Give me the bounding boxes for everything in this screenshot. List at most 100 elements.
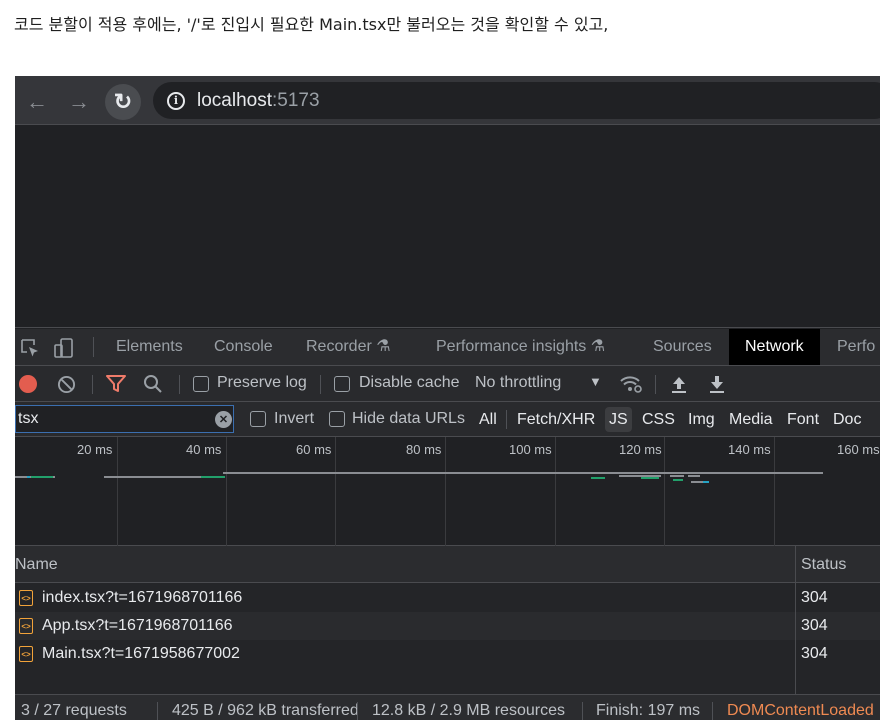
finish-time: Finish: 197 ms	[596, 702, 701, 719]
tab-performance[interactable]: Perfo	[837, 329, 875, 365]
type-filter-img[interactable]: Img	[688, 407, 715, 432]
devtools-tabbar: Elements Console Recorder ⚗ Performance …	[15, 329, 880, 366]
table-row[interactable]: <> index.tsx?t=1671968701166 304	[15, 584, 880, 612]
resources-size: 12.8 kB / 2.9 MB resources	[372, 702, 565, 719]
table-row[interactable]: <> App.tsx?t=1671968701166 304	[15, 612, 880, 640]
record-icon[interactable]	[19, 375, 37, 393]
script-file-icon: <>	[19, 646, 33, 662]
type-filter-font[interactable]: Font	[787, 407, 819, 432]
type-filter-fetch-xhr[interactable]: Fetch/XHR	[517, 407, 595, 432]
invert-checkbox[interactable]	[250, 411, 266, 427]
filter-icon[interactable]	[105, 374, 127, 394]
preserve-log-checkbox[interactable]	[193, 376, 209, 392]
request-status: 304	[801, 645, 828, 662]
back-arrow-icon[interactable]: ←	[19, 84, 55, 120]
timeline-bar	[27, 476, 30, 478]
article-caption: 코드 분할이 적용 후에는, '/'로 진입시 필요한 Main.tsx만 불러…	[14, 15, 609, 34]
disable-cache-label: Disable cache	[359, 374, 460, 391]
search-icon[interactable]	[143, 374, 163, 394]
flask-icon: ⚗	[376, 338, 391, 355]
download-icon[interactable]	[709, 374, 725, 394]
toolbar-separator	[179, 375, 180, 394]
upload-icon[interactable]	[671, 374, 687, 394]
column-divider[interactable]	[795, 546, 796, 694]
type-filter-all[interactable]: All	[479, 407, 497, 432]
request-count: 3 / 27 requests	[21, 702, 127, 719]
timeline-bar	[619, 475, 661, 477]
forward-arrow-icon[interactable]: →	[61, 84, 97, 120]
type-filter-css[interactable]: CSS	[642, 407, 675, 432]
column-header-status[interactable]: Status	[801, 546, 846, 583]
address-bar[interactable]: i localhost:5173	[153, 82, 880, 119]
timeline-bar	[673, 479, 683, 481]
clear-icon[interactable]	[57, 375, 76, 394]
type-filter-js[interactable]: JS	[605, 407, 632, 432]
status-separator	[357, 702, 358, 720]
tab-recorder[interactable]: Recorder ⚗	[306, 329, 391, 365]
browser-toolbar: ← → ↻ i localhost:5173	[15, 76, 880, 125]
devtools-panel: Elements Console Recorder ⚗ Performance …	[15, 329, 880, 720]
flask-icon: ⚗	[590, 338, 606, 355]
tab-separator	[93, 337, 94, 357]
invert-label: Invert	[274, 410, 315, 427]
hide-data-urls-label: Hide data URLs	[352, 410, 465, 427]
status-separator	[712, 702, 713, 720]
request-name: App.tsx?t=1671968701166	[42, 617, 233, 634]
script-file-icon: <>	[19, 590, 33, 606]
table-header: Name Status	[15, 546, 880, 583]
domcontentloaded-time: DOMContentLoaded	[727, 702, 874, 719]
preserve-log-label: Preserve log	[217, 374, 307, 391]
timeline-bar	[641, 477, 659, 479]
timeline-bar	[223, 472, 823, 474]
tab-recorder-label: Recorder	[306, 338, 372, 355]
tab-console[interactable]: Console	[214, 329, 273, 365]
network-toolbar: Preserve log Disable cache No throttling…	[15, 366, 880, 402]
chevron-down-icon[interactable]: ▼	[589, 374, 602, 389]
column-header-name[interactable]: Name	[15, 546, 58, 583]
timeline-bar	[670, 475, 684, 477]
request-status: 304	[801, 617, 828, 634]
status-separator	[157, 702, 158, 720]
tab-sources[interactable]: Sources	[653, 329, 712, 365]
tab-elements[interactable]: Elements	[116, 329, 183, 365]
request-name: index.tsx?t=1671968701166	[42, 589, 243, 606]
tab-performance-insights[interactable]: Performance insights ⚗	[436, 329, 605, 365]
timeline-bar	[201, 476, 225, 478]
filter-separator	[506, 410, 507, 429]
info-icon[interactable]: i	[167, 91, 185, 110]
request-name: Main.tsx?t=1671958677002	[42, 645, 240, 662]
filter-input[interactable]: tsx	[15, 405, 234, 433]
type-filter-media[interactable]: Media	[729, 407, 773, 432]
device-toolbar-icon[interactable]	[53, 337, 75, 359]
toolbar-separator	[92, 375, 93, 394]
page-viewport	[15, 126, 880, 328]
network-request-table: Name Status <> index.tsx?t=1671968701166…	[15, 546, 880, 720]
network-statusbar: 3 / 27 requests 425 B / 962 kB transferr…	[15, 694, 880, 720]
tab-performance-insights-label: Performance insights	[436, 338, 587, 355]
table-row[interactable]: <> Main.tsx?t=1671958677002 304	[15, 640, 880, 668]
disable-cache-checkbox[interactable]	[334, 376, 350, 392]
timeline-bar	[591, 477, 605, 479]
browser-screenshot: ← → ↻ i localhost:5173 Elements Console …	[15, 76, 880, 720]
inspect-element-icon[interactable]	[19, 337, 41, 359]
network-conditions-icon[interactable]	[619, 374, 643, 394]
clear-filter-icon[interactable]: ✕	[215, 411, 232, 428]
network-filterbar: tsx ✕ Invert Hide data URLs All Fetch/XH…	[15, 402, 880, 437]
reload-icon[interactable]: ↻	[105, 84, 141, 120]
hide-data-urls-checkbox[interactable]	[329, 411, 345, 427]
toolbar-separator	[320, 375, 321, 394]
tab-network[interactable]: Network	[729, 329, 820, 365]
script-file-icon: <>	[19, 618, 33, 634]
network-overview-timeline[interactable]: 20 ms 40 ms 60 ms 80 ms 100 ms 120 ms 14…	[15, 437, 880, 546]
url-text: localhost:5173	[197, 90, 320, 112]
status-separator	[582, 702, 583, 720]
timeline-bars	[15, 472, 823, 483]
timeline-bar	[703, 481, 709, 483]
timeline-bar	[31, 476, 53, 478]
transferred-size: 425 B / 962 kB transferred	[172, 702, 359, 719]
toolbar-separator	[655, 375, 656, 394]
type-filter-doc[interactable]: Doc	[833, 407, 861, 432]
throttling-select[interactable]: No throttling	[475, 374, 561, 392]
url-host: localhost	[197, 89, 272, 111]
request-status: 304	[801, 589, 828, 606]
